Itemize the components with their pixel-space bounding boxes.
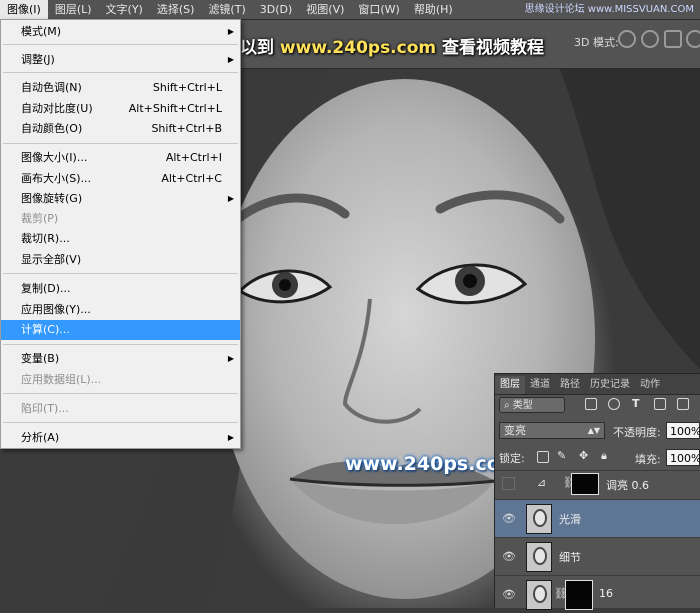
layer-name[interactable]: 细节 (559, 549, 581, 565)
menu-separator (3, 143, 238, 144)
orbit-icon[interactable] (618, 30, 636, 48)
submenu-arrow-icon: ▶ (227, 27, 234, 36)
menu-item-analysis[interactable]: 分析(A) ▶ (1, 428, 240, 448)
menu-separator (3, 393, 238, 394)
layer-row[interactable]: 👁︎ 细节 (495, 537, 700, 575)
menu-item-trap: 陷印(T)... (21, 402, 69, 415)
menu-separator (3, 344, 238, 345)
opacity-label: 不透明度: (613, 426, 661, 439)
layer-thumbnail[interactable] (526, 542, 552, 572)
layer-row[interactable]: 👁︎ ⛓ 16 (495, 575, 700, 613)
menu-item-image-size[interactable]: 图像大小(I)... Alt+Ctrl+I (1, 148, 240, 168)
menu-separator (3, 422, 238, 423)
chevron-down-icon: ▲▼ (587, 426, 600, 435)
search-icon: ⌕ (504, 400, 513, 411)
tab-actions[interactable]: 动作 (635, 376, 665, 394)
panel-tabs: 图层 通道 路径 历史记录 动作 (495, 374, 700, 395)
face-thumbnail-icon (533, 547, 547, 565)
menu-item-crop: 裁剪(P) (21, 212, 59, 225)
forum-watermark: 思缘设计论坛 www.MISSVUAN.COM (524, 4, 694, 15)
submenu-arrow-icon: ▶ (227, 55, 234, 64)
menu-separator (3, 72, 238, 73)
lock-transparent-icon[interactable] (537, 451, 549, 463)
layer-mask-thumbnail[interactable] (571, 473, 599, 495)
visibility-off-icon[interactable] (502, 477, 515, 490)
menu-view[interactable]: 视图(V) (299, 0, 351, 19)
image-filter-icon[interactable] (585, 398, 597, 410)
menu-item-calculations[interactable]: 计算(C)... (1, 320, 240, 340)
menu-item-adjustments[interactable]: 调整(J) ▶ (1, 50, 240, 70)
submenu-arrow-icon: ▶ (227, 194, 234, 203)
tab-channels[interactable]: 通道 (525, 376, 555, 394)
lock-paint-icon[interactable]: ✎ (557, 449, 566, 462)
layer-row[interactable]: ⊿ ⛓ 调亮 0.6 (495, 470, 700, 496)
type-filter-icon[interactable]: T (632, 397, 640, 410)
blend-mode-select[interactable]: 变亮 ▲▼ (499, 422, 605, 439)
menu-item-variables[interactable]: 变量(B) ▶ (1, 349, 240, 369)
menu-item-duplicate[interactable]: 复制(D)... (1, 279, 240, 299)
3d-mode-label: 3D 模式: (574, 36, 619, 49)
layer-thumbnail[interactable] (526, 504, 552, 534)
lock-label: 锁定: (499, 452, 525, 465)
opacity-field[interactable]: 100% (666, 422, 700, 439)
shape-filter-icon[interactable] (654, 398, 666, 410)
menu-item-auto-tone[interactable]: 自动色调(N) Shift+Ctrl+L (1, 78, 240, 98)
tab-history[interactable]: 历史记录 (585, 376, 635, 394)
roll-icon[interactable] (641, 30, 659, 48)
tab-paths[interactable]: 路径 (555, 376, 585, 394)
menu-item-image-rotation[interactable]: 图像旋转(G) ▶ (1, 189, 240, 209)
menu-item-auto-contrast[interactable]: 自动对比度(U) Alt+Shift+Ctrl+L (1, 99, 240, 119)
image-menu-dropdown: 模式(M) ▶ 调整(J) ▶ 自动色调(N) Shift+Ctrl+L 自动对比度(… (0, 19, 241, 449)
menu-image[interactable]: 图像(I) (0, 0, 48, 19)
fill-label: 填充: (635, 453, 661, 466)
menu-3d[interactable]: 3D(D) (253, 0, 300, 19)
layer-filter-select[interactable]: ⌕ 类型 (499, 397, 565, 413)
menu-filter[interactable]: 滤镜(T) (201, 0, 252, 19)
menu-separator (3, 273, 238, 274)
menu-item-mode[interactable]: 模式(M) ▶ (1, 22, 240, 42)
eye-icon[interactable]: 👁︎ (502, 512, 516, 525)
eye-icon[interactable]: 👁︎ (502, 588, 516, 601)
face-thumbnail-icon (533, 585, 547, 603)
smart-object-filter-icon[interactable] (677, 398, 689, 410)
menu-item-trim[interactable]: 裁切(R)... (1, 229, 240, 249)
menu-separator (3, 44, 238, 45)
slide-icon[interactable] (686, 30, 700, 48)
fill-field[interactable]: 100% (666, 449, 700, 466)
face-thumbnail-icon (533, 509, 547, 527)
adjustment-filter-icon[interactable] (608, 398, 620, 410)
drag-icon[interactable] (664, 30, 682, 48)
eye-icon[interactable]: 👁︎ (502, 550, 516, 563)
layer-thumbnail[interactable] (526, 580, 552, 610)
banner-suffix: 查看视频教程 (442, 38, 545, 58)
menu-layer[interactable]: 图层(L) (48, 0, 99, 19)
submenu-arrow-icon: ▶ (227, 433, 234, 442)
layer-row[interactable]: 👁︎ 光滑 (495, 499, 700, 537)
levels-adjustment-icon: ⊿ (537, 476, 547, 489)
menu-type[interactable]: 文字(Y) (99, 0, 150, 19)
lock-all-icon[interactable]: 🔒︎ (601, 449, 607, 463)
lock-move-icon[interactable]: ✥ (579, 449, 588, 462)
menu-bar: 图像(I) 图层(L) 文字(Y) 选择(S) 滤镜(T) 3D(D) 视图(V… (0, 0, 700, 20)
menu-item-canvas-size[interactable]: 画布大小(S)... Alt+Ctrl+C (1, 169, 240, 189)
layer-name[interactable]: 16 (599, 587, 613, 600)
layer-name[interactable]: 调亮 0.6 (606, 477, 649, 493)
submenu-arrow-icon: ▶ (227, 354, 234, 363)
menu-item-apply-image[interactable]: 应用图像(Y)... (1, 300, 240, 320)
menu-help[interactable]: 帮助(H) (407, 0, 460, 19)
banner-url: www.240ps.com (279, 38, 437, 58)
menu-item-auto-color[interactable]: 自动颜色(O) Shift+Ctrl+B (1, 119, 240, 139)
tab-layers[interactable]: 图层 (495, 376, 525, 394)
layers-panel: 图层 通道 路径 历史记录 动作 ⌕ 类型 T 变亮 ▲▼ 不透明度: 100% … (494, 373, 700, 610)
layer-mask-thumbnail[interactable] (565, 580, 593, 610)
layer-name[interactable]: 光滑 (559, 511, 581, 527)
menu-select[interactable]: 选择(S) (150, 0, 202, 19)
menu-window[interactable]: 窗口(W) (351, 0, 406, 19)
menu-item-apply-data-set: 应用数据组(L)... (21, 373, 102, 386)
menu-item-reveal-all[interactable]: 显示全部(V) (1, 250, 240, 270)
